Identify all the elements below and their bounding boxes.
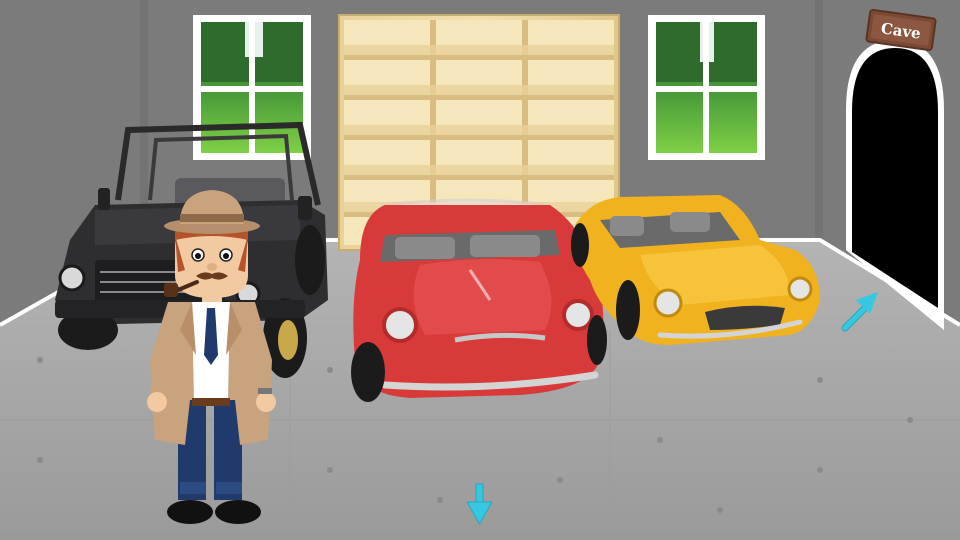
right-window — [648, 15, 765, 160]
garage-room: Cave — [0, 0, 960, 540]
red-convertible[interactable] — [351, 198, 607, 402]
game-scene: Cave — [0, 0, 960, 540]
